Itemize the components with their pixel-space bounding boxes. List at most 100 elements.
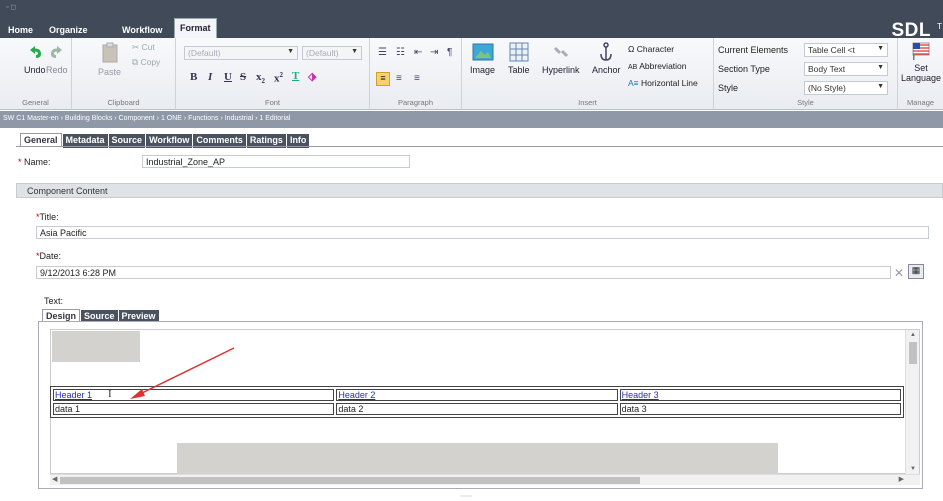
group-insert-label: Insert bbox=[578, 98, 597, 107]
title-label-text: Title: bbox=[39, 212, 59, 222]
font-family-value: (Default) bbox=[188, 48, 221, 58]
insert-abbreviation-button[interactable]: AB Abbreviation bbox=[628, 61, 687, 71]
text-cursor-icon: I bbox=[108, 388, 112, 400]
current-elements-select[interactable]: Table Cell <t ▼ bbox=[804, 43, 888, 57]
current-elements-value: Table Cell <t bbox=[808, 45, 856, 55]
title-input[interactable]: Asia Pacific bbox=[36, 226, 929, 239]
superscript-icon[interactable]: x2 bbox=[274, 71, 283, 85]
name-input[interactable]: Industrial_Zone_AP bbox=[142, 155, 410, 168]
abbreviation-label: Abbreviation bbox=[639, 61, 687, 71]
editor-vertical-scrollbar[interactable]: ▲ ▼ bbox=[905, 330, 919, 474]
subscript-icon[interactable]: x2 bbox=[256, 71, 265, 85]
chevron-down-icon: ▼ bbox=[877, 83, 884, 90]
paste-button[interactable]: Paste bbox=[98, 42, 121, 77]
scroll-right-icon[interactable]: ▶ bbox=[899, 475, 904, 483]
pilcrow-icon[interactable]: ¶ bbox=[447, 47, 452, 58]
group-general: Undo Redo General bbox=[0, 38, 72, 110]
insert-anchor-button[interactable]: Anchor bbox=[592, 42, 621, 75]
align-center-icon[interactable]: ≡ bbox=[396, 73, 402, 84]
cut-button[interactable]: ✂ Cut bbox=[132, 42, 155, 53]
set-language-button[interactable]: Set Language bbox=[900, 42, 942, 83]
strikethrough-icon[interactable]: S bbox=[240, 71, 246, 83]
chevron-down-icon: ▼ bbox=[351, 48, 358, 55]
copy-label: Copy bbox=[140, 57, 161, 67]
italic-icon[interactable]: I bbox=[208, 71, 212, 83]
indent-icon[interactable]: ⇥ bbox=[430, 47, 438, 58]
tab-workflow[interactable]: Workflow bbox=[122, 25, 162, 35]
table-label: Table bbox=[508, 65, 530, 75]
set-language-label: Set Language bbox=[900, 63, 942, 83]
bold-icon[interactable]: B bbox=[190, 71, 197, 83]
font-size-value: (Default) bbox=[306, 48, 339, 58]
highlight-icon[interactable]: ⬗ bbox=[308, 70, 316, 83]
table-cell[interactable]: data 1 bbox=[53, 403, 335, 415]
tab-divider bbox=[16, 146, 943, 147]
scissors-icon: ✂ bbox=[132, 42, 140, 52]
insert-table-button[interactable]: Table bbox=[508, 42, 530, 75]
undo-button[interactable]: Undo bbox=[24, 44, 46, 75]
table-row: data 1 data 2 data 3 bbox=[53, 403, 901, 415]
group-font: (Default) ▼ (Default) ▼ B I U S x2 x2 T ⬗ … bbox=[176, 38, 370, 110]
clear-date-icon[interactable]: ✕ bbox=[894, 266, 904, 280]
resize-handle-icon[interactable]: ⋯⋯ bbox=[460, 493, 472, 500]
bulleted-list-icon[interactable]: ☰ bbox=[378, 47, 387, 58]
table-header-cell[interactable]: Header 2 bbox=[336, 389, 618, 401]
content-table[interactable]: Header 1 Header 2 Header 3 data 1 data 2… bbox=[50, 386, 904, 418]
insert-character-button[interactable]: Ω Character bbox=[628, 44, 674, 54]
redo-button[interactable]: Redo bbox=[46, 44, 68, 75]
date-label: *Date: bbox=[36, 251, 61, 261]
table-cell[interactable]: data 2 bbox=[336, 403, 618, 415]
title-label: *Title: bbox=[36, 212, 59, 222]
ribbon: Undo Redo General Paste ✂ Cut ⧉ Copy Cli… bbox=[0, 38, 943, 110]
align-right-icon[interactable]: ≡ bbox=[414, 73, 420, 84]
redo-label: Redo bbox=[46, 65, 68, 75]
date-input[interactable]: 9/12/2013 6:28 PM bbox=[36, 266, 891, 279]
group-style-label: Style bbox=[797, 98, 814, 107]
paste-icon bbox=[102, 42, 117, 63]
outdent-icon[interactable]: ⇤ bbox=[414, 47, 422, 58]
table-header-cell[interactable]: Header 3 bbox=[619, 389, 901, 401]
date-label-text: Date: bbox=[39, 251, 62, 261]
insert-hyperlink-button[interactable]: Hyperlink bbox=[542, 42, 580, 75]
font-family-select[interactable]: (Default) ▼ bbox=[184, 46, 298, 60]
numbered-list-icon[interactable]: ☷ bbox=[396, 47, 405, 58]
style-select[interactable]: (No Style) ▼ bbox=[804, 81, 888, 95]
breadcrumb[interactable]: SW C1 Master-en › Building Blocks › Comp… bbox=[0, 111, 943, 128]
style-label: Style bbox=[718, 83, 739, 93]
table-icon bbox=[509, 42, 529, 62]
name-label-text: Name: bbox=[24, 157, 51, 167]
tab-general[interactable]: General bbox=[20, 133, 62, 147]
component-content-header[interactable]: Component Content bbox=[16, 183, 943, 198]
section-type-select[interactable]: Body Text ▼ bbox=[804, 62, 888, 76]
calendar-icon[interactable]: ▦ bbox=[908, 264, 924, 279]
insert-horizontal-line-button[interactable]: A≡ Horizontal Line bbox=[628, 78, 698, 88]
clear-format-icon[interactable]: T bbox=[292, 70, 299, 82]
font-size-select[interactable]: (Default) ▼ bbox=[302, 46, 362, 60]
scroll-left-icon[interactable]: ◀ bbox=[52, 475, 57, 483]
undo-icon bbox=[29, 46, 41, 58]
table-cell[interactable]: data 3 bbox=[619, 403, 901, 415]
scroll-down-icon[interactable]: ▼ bbox=[910, 466, 916, 472]
table-header-cell[interactable]: Header 1 bbox=[53, 389, 335, 401]
underline-icon[interactable]: U bbox=[224, 71, 232, 83]
scrollbar-thumb[interactable] bbox=[60, 477, 640, 484]
tab-format[interactable]: Format bbox=[174, 18, 217, 38]
style-value: (No Style) bbox=[808, 83, 846, 93]
name-label: * Name: bbox=[18, 157, 51, 167]
group-paragraph-label: Paragraph bbox=[397, 98, 434, 107]
editor-horizontal-scrollbar[interactable]: ◀ ▶ bbox=[50, 474, 920, 485]
group-paragraph: ☰ ☷ ⇤ ⇥ ¶ ≡ ≡ ≡ Paragraph bbox=[370, 38, 462, 110]
copy-button[interactable]: ⧉ Copy bbox=[132, 57, 160, 68]
quick-access-icon[interactable]: ▫ ◻ bbox=[6, 3, 16, 11]
scrollbar-thumb[interactable] bbox=[909, 342, 917, 364]
horizontal-line-icon: A≡ bbox=[628, 78, 639, 88]
tab-organize[interactable]: Organize bbox=[49, 25, 88, 35]
cut-label: Cut bbox=[141, 42, 155, 52]
section-type-label: Section Type bbox=[718, 64, 770, 74]
tab-home[interactable]: Home bbox=[8, 25, 33, 35]
chevron-down-icon: ▼ bbox=[287, 48, 294, 55]
insert-image-button[interactable]: Image bbox=[470, 42, 495, 75]
group-clipboard-label: Clipboard bbox=[107, 98, 140, 107]
align-left-icon[interactable]: ≡ bbox=[376, 72, 390, 86]
scroll-up-icon[interactable]: ▲ bbox=[910, 332, 916, 338]
